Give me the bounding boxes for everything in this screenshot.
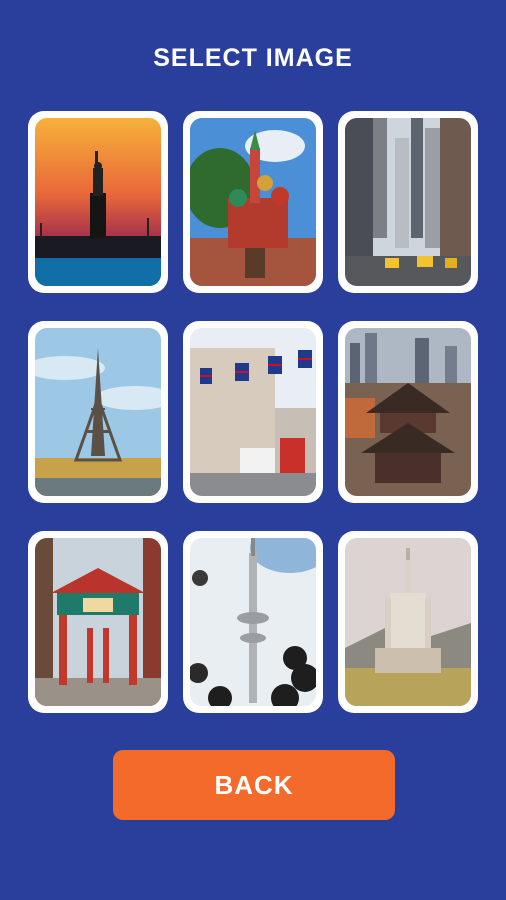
image-card-4[interactable] (28, 321, 168, 503)
barcelona-tibidabo-image (345, 538, 471, 706)
back-button[interactable]: BACK (113, 750, 395, 820)
image-card-7[interactable] (28, 531, 168, 713)
image-card-9[interactable] (338, 531, 478, 713)
image-card-3[interactable] (338, 111, 478, 293)
image-card-6[interactable] (338, 321, 478, 503)
image-card-2[interactable] (183, 111, 323, 293)
image-card-1[interactable] (28, 111, 168, 293)
statue-of-liberty-image (35, 118, 161, 286)
eiffel-tower-image (35, 328, 161, 496)
singapore-temple-image (345, 328, 471, 496)
hamburg-tower-image (190, 538, 316, 706)
image-card-5[interactable] (183, 321, 323, 503)
image-grid (28, 111, 478, 713)
page-title: SELECT IMAGE (153, 44, 353, 72)
london-street-image (190, 328, 316, 496)
chinatown-gate-image (35, 538, 161, 706)
st-basils-cathedral-image (190, 118, 316, 286)
image-card-8[interactable] (183, 531, 323, 713)
new-york-street-image (345, 118, 471, 286)
